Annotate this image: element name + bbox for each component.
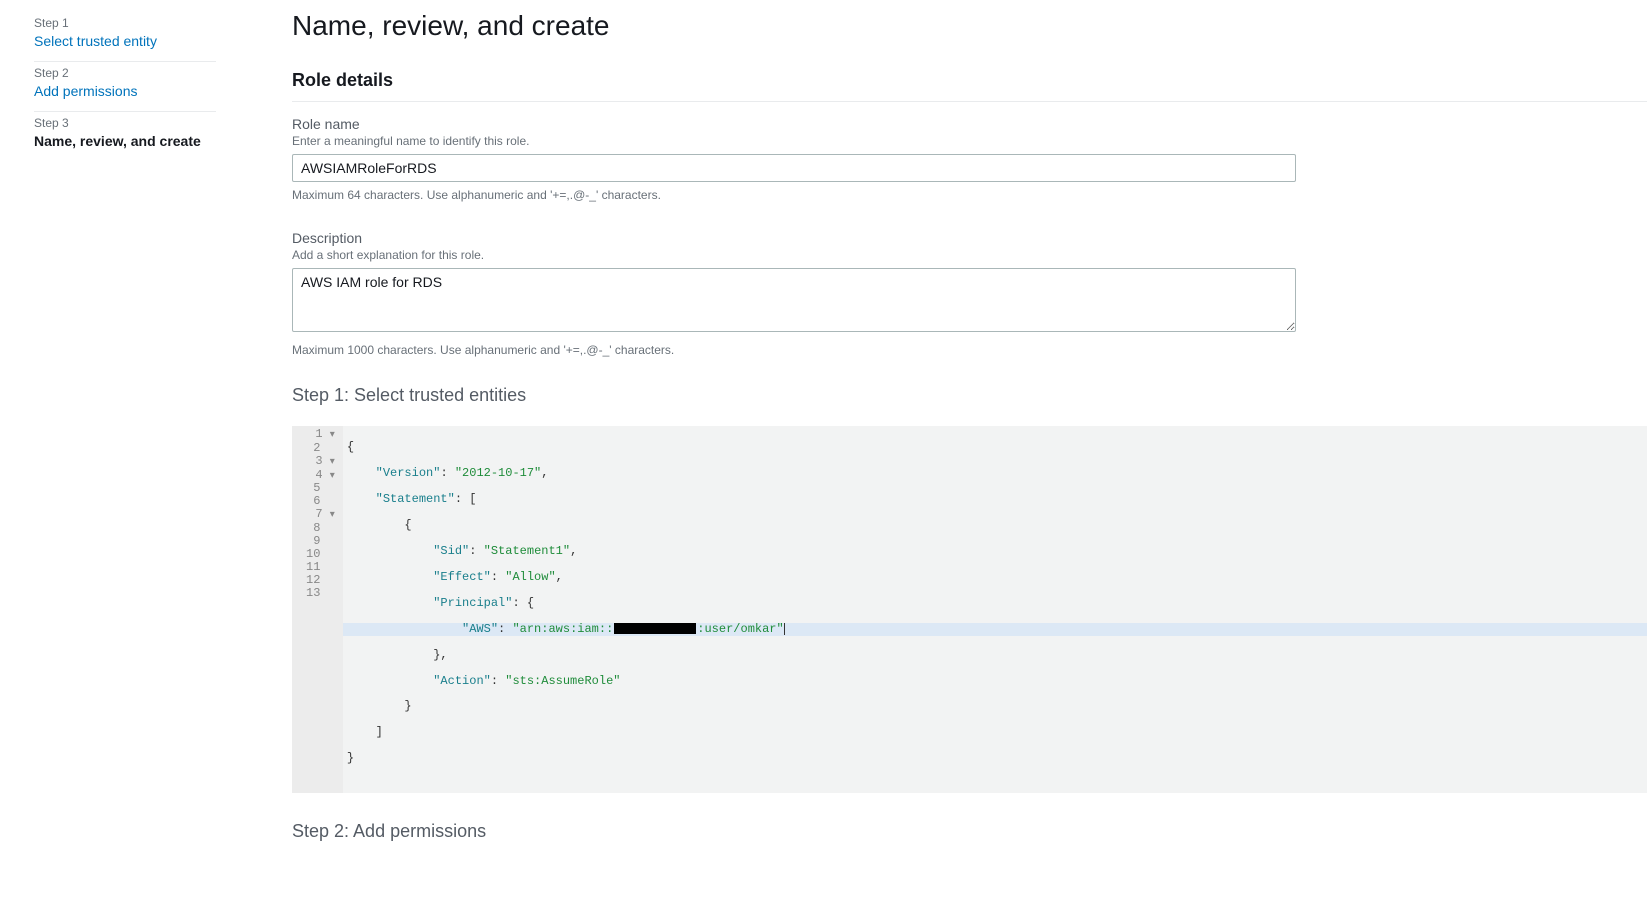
- role-name-input[interactable]: [292, 154, 1296, 182]
- code-token: "Effect": [433, 570, 491, 584]
- trust-policy-editor[interactable]: 1 ▾ 2 3 ▾ 4 ▾ 5 6 7 ▾ 8 9 10 11 12 13 { …: [292, 426, 1647, 793]
- code-token: {: [347, 440, 354, 454]
- step-2-add-permissions-heading: Step 2: Add permissions: [292, 821, 1647, 842]
- role-details-heading: Role details: [292, 70, 1647, 102]
- code-token: "Statement": [376, 492, 455, 506]
- step-3-block: Step 3 Name, review, and create: [34, 112, 216, 161]
- page-title: Name, review, and create: [292, 10, 1647, 42]
- role-name-field-block: Role name Enter a meaningful name to ide…: [292, 116, 1296, 202]
- code-token: "sts:AssumeRole": [505, 674, 620, 688]
- code-token: "2012-10-17": [455, 466, 541, 480]
- step-3-number: Step 3: [34, 116, 216, 130]
- description-textarea[interactable]: [292, 268, 1296, 332]
- description-field-block: Description Add a short explanation for …: [292, 230, 1296, 357]
- code-token: "Principal": [433, 596, 512, 610]
- role-name-label: Role name: [292, 116, 1296, 132]
- redacted-account-id: [614, 623, 696, 634]
- code-gutter: 1 ▾ 2 3 ▾ 4 ▾ 5 6 7 ▾ 8 9 10 11 12 13: [292, 426, 343, 793]
- role-name-constraint: Maximum 64 characters. Use alphanumeric …: [292, 188, 1296, 202]
- step-2-link[interactable]: Add permissions: [34, 83, 216, 99]
- wizard-steps-sidebar: Step 1 Select trusted entity Step 2 Add …: [0, 0, 232, 902]
- code-token: "AWS": [462, 622, 498, 636]
- step-1-number: Step 1: [34, 16, 216, 30]
- step-1-block: Step 1 Select trusted entity: [34, 12, 216, 62]
- role-name-hint: Enter a meaningful name to identify this…: [292, 134, 1296, 148]
- step-2-number: Step 2: [34, 66, 216, 80]
- main-content: Name, review, and create Role details Ro…: [232, 0, 1647, 902]
- description-constraint: Maximum 1000 characters. Use alphanumeri…: [292, 343, 1296, 357]
- code-token: "Statement1": [484, 544, 570, 558]
- description-label: Description: [292, 230, 1296, 246]
- code-token: "Allow": [505, 570, 555, 584]
- code-token: "Action": [433, 674, 491, 688]
- step-1-trusted-entities-heading: Step 1: Select trusted entities: [292, 385, 1647, 406]
- editor-cursor: [784, 623, 785, 635]
- code-token: "Sid": [433, 544, 469, 558]
- code-token: "Version": [376, 466, 441, 480]
- description-hint: Add a short explanation for this role.: [292, 248, 1296, 262]
- step-1-link[interactable]: Select trusted entity: [34, 33, 216, 49]
- step-3-link[interactable]: Name, review, and create: [34, 133, 216, 149]
- code-token: "arn:aws:iam::: [512, 622, 613, 636]
- step-2-block: Step 2 Add permissions: [34, 62, 216, 112]
- code-body[interactable]: { "Version": "2012-10-17", "Statement": …: [343, 426, 1647, 793]
- code-token: :user/omkar": [697, 622, 783, 636]
